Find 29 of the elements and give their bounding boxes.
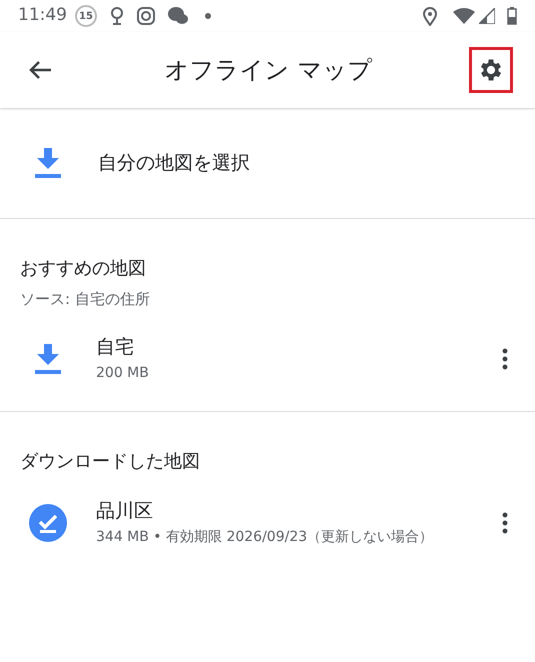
- podcast-icon: [109, 6, 125, 26]
- map-name: 品川区: [96, 498, 154, 524]
- notification-badge: 15: [75, 5, 97, 27]
- section-title: ダウンロードした地図: [19, 450, 201, 474]
- page-title: オフライン マップ: [164, 55, 374, 86]
- map-details: 200 MB: [96, 364, 150, 384]
- signal-icon: [479, 8, 495, 24]
- more-vertical-icon: [502, 348, 508, 370]
- map-details: 344 MB • 有効期限 2026/09/23（更新しない場合）: [96, 528, 434, 548]
- more-vertical-icon: [502, 512, 508, 534]
- camera-icon: [137, 7, 155, 25]
- battery-icon: [507, 7, 517, 25]
- section-subtitle: ソース: 自宅の住所: [19, 289, 151, 310]
- chat-icon: [167, 6, 189, 26]
- select-own-map-item[interactable]: 自分の地図を選択: [0, 108, 535, 219]
- wifi-icon: [453, 8, 475, 24]
- download-done-icon: [29, 504, 67, 542]
- back-button[interactable]: [28, 60, 52, 80]
- location-icon: [423, 6, 437, 26]
- download-icon: [34, 148, 62, 178]
- download-icon: [34, 344, 62, 374]
- back-arrow-icon: [28, 60, 52, 80]
- dot-icon: [205, 13, 211, 19]
- section-title: おすすめの地図: [19, 257, 147, 281]
- settings-button[interactable]: [469, 47, 513, 93]
- status-time: 11:49: [18, 4, 67, 28]
- map-list-item[interactable]: 自宅 200 MB: [0, 326, 535, 390]
- map-list-item[interactable]: 品川区 344 MB • 有効期限 2026/09/23（更新しない場合）: [0, 490, 535, 554]
- map-name: 自宅: [96, 334, 135, 360]
